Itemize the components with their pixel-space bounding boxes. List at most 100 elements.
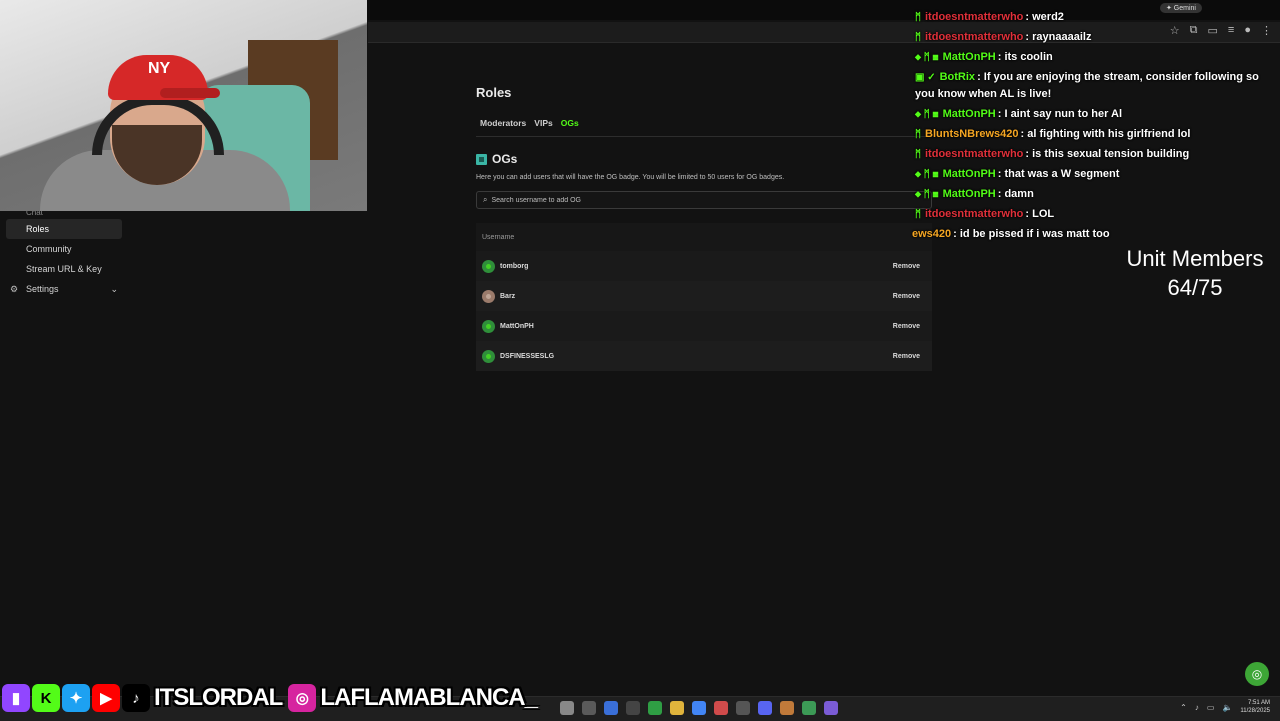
sidebar-item-label: Community: [26, 244, 72, 254]
chat-username[interactable]: MattOnPH: [943, 168, 996, 180]
cap-logo: NY: [148, 60, 171, 77]
profile-avatar[interactable]: ●: [1244, 24, 1251, 37]
taskbar-app-icon[interactable]: [824, 701, 838, 715]
chat-badge-icon: ◆ ᛗ ▦: [915, 169, 939, 180]
chat-badge-icon: ◆ ᛗ ▦: [915, 52, 939, 63]
webcam-feed: NY: [0, 0, 367, 211]
chat-badge-icon: ◆ ᛗ ▦: [915, 189, 939, 200]
handle-laflamablanca: LAFLAMABLANCA_: [320, 684, 538, 711]
chat-username[interactable]: itdoesntmatterwho: [925, 148, 1023, 160]
remove-button[interactable]: Remove: [893, 323, 920, 330]
chat-badge-icon: ᛗ: [915, 129, 921, 140]
browser-menu-icon[interactable]: ⋮: [1261, 24, 1272, 37]
sidebar-item-stream-url[interactable]: Stream URL & Key: [6, 259, 122, 279]
mic-icon[interactable]: ♪: [1195, 703, 1199, 712]
monitor-icon[interactable]: ▭: [1207, 703, 1215, 712]
section-description: Here you can add users that will have th…: [476, 174, 785, 181]
chat-username[interactable]: ews420: [912, 228, 951, 240]
tray-chevron-icon[interactable]: ⌃: [1180, 703, 1187, 712]
media-icon[interactable]: ≡: [1228, 24, 1234, 37]
gear-icon: ⚙: [10, 283, 19, 294]
remove-button[interactable]: Remove: [893, 293, 920, 300]
remove-button[interactable]: Remove: [893, 353, 920, 360]
taskbar-app-icon[interactable]: [802, 701, 816, 715]
chat-badge-icon: ◆ ᛗ ▦: [915, 109, 939, 120]
remove-button[interactable]: Remove: [893, 263, 920, 270]
help-button[interactable]: ◎: [1245, 662, 1269, 686]
clock[interactable]: 7:51 AM 11/28/2025: [1240, 699, 1270, 715]
tab-ogs[interactable]: OGs: [557, 116, 583, 136]
chat-text: : that was a W segment: [997, 168, 1120, 180]
cap-brim: [160, 88, 220, 98]
xbox-icon[interactable]: [648, 701, 662, 715]
roles-tabs: Moderators VIPs OGs: [476, 116, 932, 137]
chat-text: : its coolin: [997, 51, 1053, 63]
folder-icon[interactable]: [670, 701, 684, 715]
instagram-icon: ◎: [288, 684, 317, 712]
chat-message: ᛗ itdoesntmatterwho: LOL: [915, 206, 1054, 223]
chat-text: : damn: [997, 188, 1034, 200]
chevron-down-icon[interactable]: ⌄: [110, 284, 118, 295]
tab-moderators[interactable]: Moderators: [476, 116, 530, 136]
chat-username[interactable]: itdoesntmatterwho: [925, 31, 1023, 43]
help-icon: ◎: [1251, 667, 1263, 681]
extensions-icon[interactable]: ⧉: [1190, 24, 1198, 37]
avatar: [482, 319, 495, 333]
search-input[interactable]: [491, 196, 931, 204]
taskbar-app-icon[interactable]: [780, 701, 794, 715]
table-row: tomborg Remove: [476, 251, 932, 281]
gemini-button[interactable]: ✦ Gemini: [1160, 3, 1202, 13]
taskbar-app-icon[interactable]: [582, 701, 596, 715]
chat-text: : werd2: [1025, 11, 1064, 23]
system-tray: ⌃ ♪ ▭ 🔈 7:51 AM 11/28/2025: [1180, 699, 1270, 715]
chat-text: : I aint say nun to her Al: [997, 108, 1123, 120]
search-box[interactable]: ⌕: [476, 191, 932, 209]
sidebar-item-label: Roles: [26, 224, 50, 234]
chat-badge-icon: ᛗ: [915, 209, 921, 220]
chrome-icon[interactable]: [692, 701, 706, 715]
taskbar-app-icon[interactable]: [626, 701, 640, 715]
search-icon: ⌕: [483, 195, 488, 204]
browser-toolbar: ☆ ⧉ ▭ ≡ ● ⋮: [368, 22, 1280, 43]
chat-text: : is this sexual tension building: [1025, 148, 1190, 160]
chat-username[interactable]: BotRix: [940, 71, 975, 83]
sidebar-item-community[interactable]: Community: [6, 239, 122, 259]
sidebar-item-label: Settings: [26, 284, 59, 294]
cast-icon[interactable]: ▭: [1208, 24, 1218, 37]
volume-icon[interactable]: 🔈: [1222, 703, 1232, 712]
sidebar-item-chat[interactable]: Chat: [26, 211, 130, 219]
chat-text: : LOL: [1025, 208, 1055, 220]
chat-username[interactable]: BluntsNBrews420: [925, 128, 1019, 140]
roles-panel: Roles Moderators VIPs OGs OGs Here you c…: [476, 80, 932, 371]
chat-username[interactable]: itdoesntmatterwho: [925, 208, 1023, 220]
table-header: Username: [476, 223, 932, 251]
taskbar-app-icon[interactable]: [758, 701, 772, 715]
page-title: Roles: [476, 85, 512, 100]
bookmark-star-icon[interactable]: ☆: [1170, 24, 1180, 37]
chat-message: ᛗ itdoesntmatterwho: is this sexual tensi…: [915, 146, 1189, 163]
sidebar-item-roles[interactable]: Roles: [6, 219, 122, 239]
chat-username[interactable]: MattOnPH: [943, 188, 996, 200]
chat-message: ᛗ itdoesntmatterwho: werd2: [915, 9, 1064, 26]
username: tomborg: [500, 262, 529, 270]
taskbar-app-icon[interactable]: [604, 701, 618, 715]
taskbar-app-icon[interactable]: [560, 701, 574, 715]
settings-sidebar: Chat Roles Community Stream URL & Key ⚙ …: [0, 211, 130, 299]
taskbar-app-icon[interactable]: [736, 701, 750, 715]
unit-members-counter: Unit Members 64/75: [1110, 244, 1280, 302]
chat-text: : raynaaaailz: [1025, 31, 1092, 43]
og-badge-icon: [476, 153, 487, 165]
sidebar-item-settings[interactable]: ⚙ Settings ⌄: [6, 279, 122, 299]
chat-text: : al fighting with his girlfriend lol: [1020, 128, 1191, 140]
og-user-list: tomborg Remove Barz Remove MattOnPH Remo…: [476, 251, 932, 371]
section-title: OGs: [492, 152, 518, 166]
chat-message: ᛗ BluntsNBrews420: al fighting with his g…: [915, 126, 1190, 143]
username: DSFINESSESLG: [500, 352, 555, 360]
chat-username[interactable]: itdoesntmatterwho: [925, 11, 1023, 23]
tab-vips[interactable]: VIPs: [530, 116, 556, 136]
taskbar-app-icon[interactable]: [714, 701, 728, 715]
chat-username[interactable]: MattOnPH: [943, 108, 996, 120]
chat-username[interactable]: MattOnPH: [943, 51, 996, 63]
twitter-icon: ✦: [62, 684, 90, 712]
chat-text: : id be pissed if i was matt too: [953, 228, 1110, 240]
